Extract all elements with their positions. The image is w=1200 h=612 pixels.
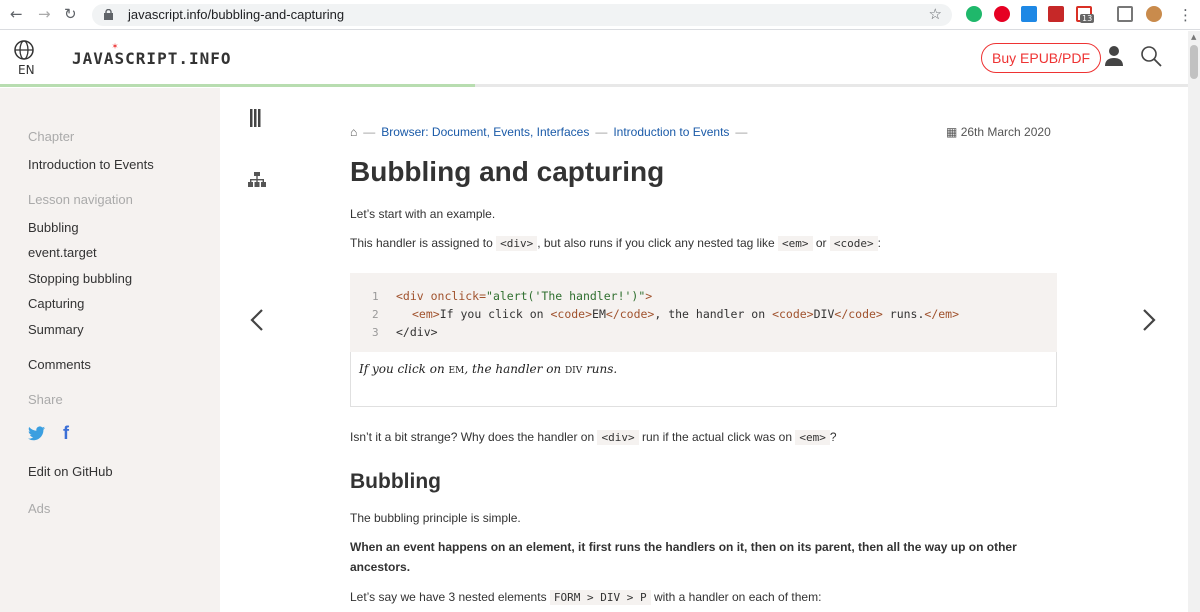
bookmark-star-icon[interactable]: ☆ (929, 5, 942, 23)
lesson-item-capturing[interactable]: Capturing (28, 296, 84, 311)
breadcrumb: ⌂ — Browser: Document, Events, Interfaces —… (350, 125, 748, 139)
lock-icon (104, 9, 113, 20)
publish-date: ▦ 26th March 2020 (946, 125, 1051, 139)
previous-lesson-arrow-icon[interactable] (248, 308, 266, 332)
logo-crown-icon: ✶ (112, 41, 120, 52)
chapter-link[interactable]: Introduction to Events (28, 157, 154, 172)
ads-label: Ads (28, 501, 51, 516)
lesson-item-event-target[interactable]: event.target (28, 245, 97, 260)
reading-progress-bar (0, 84, 1188, 87)
twitter-icon[interactable] (28, 426, 46, 442)
profile-avatar[interactable] (1146, 6, 1162, 22)
paragraph-question: Isn’t it a bit strange? Why does the han… (350, 430, 837, 445)
share-label: Share (28, 392, 63, 407)
calendar-icon: ▦ (946, 125, 958, 139)
page-title: Bubbling and capturing (350, 156, 665, 187)
search-icon[interactable] (1140, 45, 1162, 67)
address-bar[interactable]: javascript.info/bubbling-and-capturing ☆ (92, 4, 952, 26)
grammarly-icon[interactable] (966, 6, 982, 22)
url-text: javascript.info/bubbling-and-capturing (128, 7, 345, 22)
forward-icon[interactable]: → (38, 5, 51, 23)
example-result-text[interactable]: If you click on EM, the handler on DIV r… (359, 362, 617, 376)
edit-on-github-link[interactable]: Edit on GitHub (28, 464, 113, 479)
scroll-up-icon[interactable]: ▲ (1191, 33, 1196, 41)
paragraph-bold-rule-line1: When an event happens on an element, it … (350, 540, 1017, 554)
line-number: 2 (372, 308, 379, 321)
section-heading-bubbling: Bubbling (350, 470, 441, 493)
site-logo[interactable]: JAVASCRIPT.INFO ✶ (72, 41, 232, 68)
lesson-item-summary[interactable]: Summary (28, 322, 84, 337)
reading-list-icon[interactable] (1117, 6, 1133, 22)
sidebar: Chapter Introduction to Events Lesson na… (0, 88, 220, 612)
lesson-item-bubbling[interactable]: Bubbling (28, 220, 79, 235)
globe-icon[interactable] (14, 40, 34, 60)
buy-epub-button[interactable]: Buy EPUB/PDF (981, 43, 1102, 73)
paragraph-bold-rule-line2: ancestors. (350, 560, 411, 574)
paragraph-principle: The bubbling principle is simple. (350, 511, 521, 525)
code-line: <em>If you click on <code>EM</code>, the… (412, 307, 960, 321)
code-line: <div onclick="alert('The handler!')"> (396, 289, 653, 303)
lesson-item-stopping-bubbling[interactable]: Stopping bubbling (28, 271, 132, 286)
reload-icon[interactable]: ↻ (64, 5, 77, 23)
paragraph-intro: Let’s start with an example. (350, 207, 496, 221)
facebook-icon[interactable]: f (63, 423, 69, 444)
code-line: </div> (396, 325, 438, 339)
next-lesson-arrow-icon[interactable] (1140, 308, 1158, 332)
hamburger-menu-icon[interactable] (248, 108, 262, 128)
language-selector[interactable]: EN (18, 63, 35, 77)
example-result-box[interactable]: If you click on EM, the handler on DIV r… (350, 352, 1057, 407)
paragraph-handler: This handler is assigned to <div>, but a… (350, 236, 881, 251)
share-extension-icon[interactable] (1021, 6, 1037, 22)
gmail-count-badge: 13 (1080, 14, 1095, 23)
back-icon[interactable]: ← (10, 5, 23, 23)
code-example[interactable]: 1 2 3 <div onclick="alert('The handler!'… (350, 273, 1057, 352)
lastpass-icon[interactable] (1048, 6, 1064, 22)
comments-link[interactable]: Comments (28, 357, 91, 372)
lesson-nav-label: Lesson navigation (28, 192, 133, 207)
user-icon[interactable] (1104, 45, 1124, 67)
line-number: 1 (372, 290, 379, 303)
pinterest-icon[interactable] (994, 6, 1010, 22)
breadcrumb-browser[interactable]: Browser: Document, Events, Interfaces (381, 125, 589, 139)
line-number: 3 (372, 326, 379, 339)
scrollbar-thumb[interactable] (1190, 45, 1198, 79)
sitemap-icon[interactable] (248, 172, 266, 188)
site-header: EN JAVASCRIPT.INFO ✶ Buy EPUB/PDF (0, 31, 1188, 85)
browser-toolbar: ← → ↻ javascript.info/bubbling-and-captu… (0, 0, 1200, 30)
home-icon[interactable]: ⌂ (350, 125, 357, 139)
paragraph-nested: Let’s say we have 3 nested elements FORM… (350, 590, 822, 605)
breadcrumb-introduction-events[interactable]: Introduction to Events (613, 125, 729, 139)
chapter-label: Chapter (28, 129, 75, 144)
chrome-menu-icon[interactable]: ⋮ (1178, 6, 1193, 24)
page-scrollbar[interactable]: ▲ (1188, 31, 1200, 612)
